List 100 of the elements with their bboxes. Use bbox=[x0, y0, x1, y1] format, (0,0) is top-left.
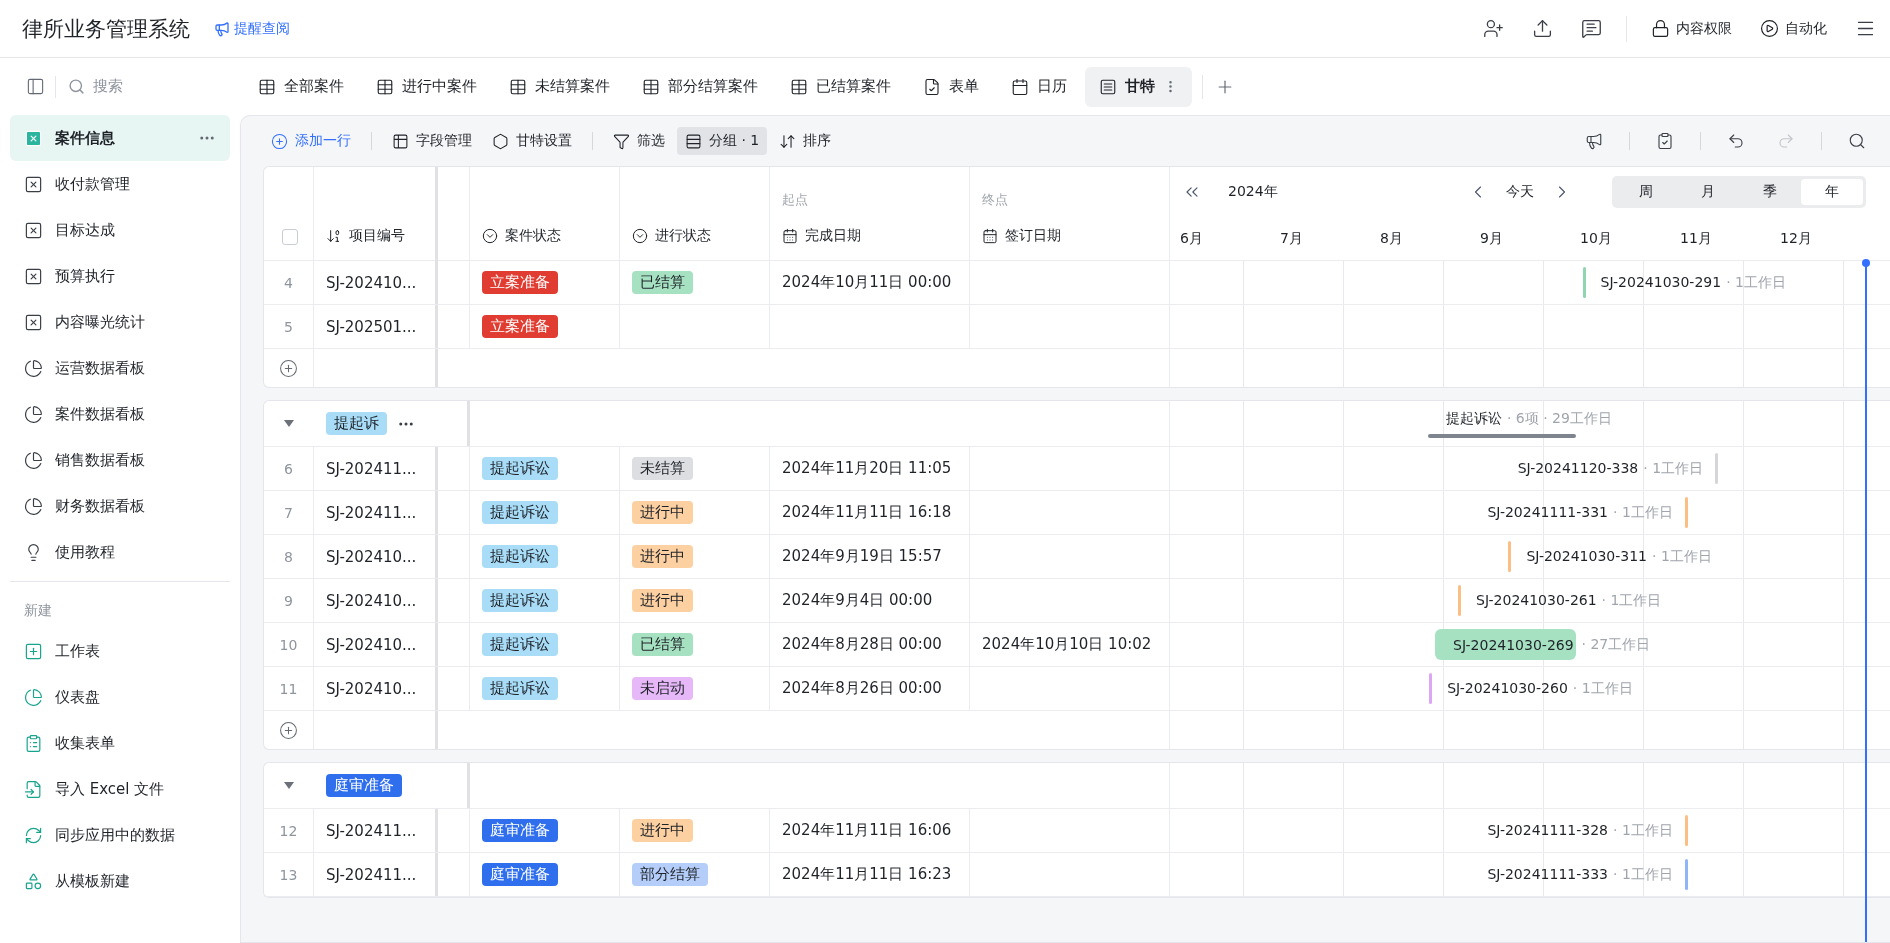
table-icon bbox=[376, 77, 394, 96]
header-action-button[interactable]: 内容权限 bbox=[1645, 18, 1738, 39]
milestone-marker[interactable] bbox=[1684, 497, 1688, 528]
table-cell: 2024年10月11日 00:00 bbox=[782, 273, 952, 292]
add-row-icon[interactable] bbox=[279, 358, 298, 378]
view-tab[interactable]: 表单 bbox=[909, 66, 993, 107]
milestone-marker[interactable] bbox=[1715, 453, 1719, 484]
bar-label: SJ-20241030-291 · 1工作日 bbox=[1600, 273, 1786, 292]
view-tab[interactable]: 未结算案件 bbox=[495, 66, 624, 107]
milestone-marker[interactable] bbox=[1458, 585, 1461, 616]
add-user-icon bbox=[1483, 18, 1504, 39]
sidebar-toggle-icon[interactable] bbox=[26, 77, 45, 96]
sidebar-item[interactable]: 运营数据看板 bbox=[10, 345, 230, 391]
table-icon bbox=[258, 77, 276, 96]
view-tab[interactable]: 部分结算案件 bbox=[628, 66, 772, 107]
status-tag: 进行中 bbox=[632, 501, 693, 524]
dropdown-icon bbox=[632, 228, 648, 244]
scale-tab[interactable]: 周 bbox=[1615, 179, 1677, 205]
sidebar-item[interactable]: 内容曝光统计 bbox=[10, 299, 230, 345]
table-icon bbox=[392, 132, 409, 150]
column-header[interactable]: 案件状态 bbox=[482, 227, 607, 245]
status-tag: 未启动 bbox=[632, 677, 693, 700]
table-cell: 2024年9月19日 15:57 bbox=[782, 547, 942, 566]
toolbar-button[interactable]: 排序 bbox=[771, 127, 840, 155]
megaphone-icon bbox=[1585, 132, 1603, 150]
toolbar-button[interactable]: 添加一行 bbox=[263, 127, 359, 155]
sync-icon bbox=[24, 825, 43, 845]
milestone-marker[interactable] bbox=[1508, 541, 1512, 572]
sheet-icon bbox=[24, 220, 43, 240]
form-icon bbox=[24, 733, 43, 753]
table-cell: SJ-202410... bbox=[326, 273, 417, 292]
column-header[interactable]: 进行状态 bbox=[632, 227, 757, 245]
row-number: 4 bbox=[284, 274, 293, 291]
create-item[interactable]: 工作表 bbox=[10, 628, 230, 674]
header-action-button[interactable]: 自动化 bbox=[1754, 18, 1833, 39]
table-cell: 2024年8月28日 00:00 bbox=[782, 635, 942, 654]
sidebar-item[interactable]: 案件数据看板 bbox=[10, 391, 230, 437]
create-item[interactable]: 收集表单 bbox=[10, 720, 230, 766]
sidebar-item[interactable]: 案件信息 bbox=[10, 115, 230, 161]
toolbar-button[interactable]: 字段管理 bbox=[384, 127, 480, 155]
gantt-icon bbox=[1099, 77, 1117, 96]
gantt-bar[interactable]: SJ-20241030-269 bbox=[1435, 629, 1576, 660]
create-item[interactable]: 导入 Excel 文件 bbox=[10, 766, 230, 812]
column-header[interactable]: 完成日期 bbox=[782, 227, 957, 245]
column-header[interactable]: 项目编号 bbox=[326, 227, 423, 245]
view-tab[interactable]: 日历 bbox=[997, 66, 1081, 107]
month-label: 10月 bbox=[1580, 230, 1613, 248]
select-all-checkbox[interactable] bbox=[282, 229, 298, 245]
create-item[interactable]: 从模板新建 bbox=[10, 858, 230, 904]
pie-chart-icon bbox=[24, 358, 43, 378]
sidebar-item[interactable]: 收付款管理 bbox=[10, 161, 230, 207]
sidebar-item[interactable]: 财务数据看板 bbox=[10, 483, 230, 529]
status-tag: 已结算 bbox=[632, 633, 693, 656]
reminder-link[interactable]: 提醒查阅 bbox=[214, 19, 290, 38]
milestone-marker[interactable] bbox=[1684, 859, 1688, 890]
sidebar-item[interactable]: 销售数据看板 bbox=[10, 437, 230, 483]
megaphone-icon bbox=[214, 20, 230, 37]
sort-icon bbox=[779, 132, 797, 150]
group-icon bbox=[685, 132, 702, 150]
today-button[interactable]: 今天 bbox=[1500, 182, 1540, 202]
hexagon-icon bbox=[492, 132, 509, 150]
row-number: 8 bbox=[284, 548, 293, 565]
table-cell: 2024年11月20日 11:05 bbox=[782, 459, 952, 478]
scale-tab[interactable]: 年 bbox=[1801, 179, 1863, 205]
status-tag: 立案准备 bbox=[482, 271, 558, 294]
toolbar-button[interactable]: 甘特设置 bbox=[484, 127, 580, 155]
add-row-icon[interactable] bbox=[279, 720, 298, 740]
toolbar-button[interactable]: 分组 · 1 bbox=[677, 127, 768, 155]
view-tab[interactable]: 进行中案件 bbox=[362, 66, 491, 107]
group-summary-label: 提起诉讼 · 6项 · 29工作日 bbox=[1445, 410, 1612, 428]
bar-label: SJ-20241111-331 · 1工作日 bbox=[1487, 503, 1673, 522]
sidebar-item[interactable]: 使用教程 bbox=[10, 529, 230, 575]
create-item[interactable]: 仪表盘 bbox=[10, 674, 230, 720]
view-tab[interactable]: 甘特 bbox=[1085, 66, 1192, 107]
collapse-triangle-icon[interactable] bbox=[284, 781, 294, 790]
add-sheet-icon bbox=[24, 641, 43, 661]
toolbar-button[interactable]: 筛选 bbox=[605, 127, 673, 155]
table-cell: 2024年10月10日 10:02 bbox=[982, 635, 1152, 654]
sidebar-item[interactable]: 预算执行 bbox=[10, 253, 230, 299]
month-label: 7月 bbox=[1280, 230, 1304, 248]
row-number: 6 bbox=[284, 460, 293, 477]
scale-tab[interactable]: 季 bbox=[1739, 179, 1801, 205]
collapse-triangle-icon[interactable] bbox=[284, 419, 294, 428]
milestone-marker[interactable] bbox=[1582, 267, 1586, 298]
month-label: 11月 bbox=[1680, 230, 1713, 248]
pie-chart-icon bbox=[24, 687, 43, 707]
create-item[interactable]: 同步应用中的数据 bbox=[10, 812, 230, 858]
milestone-marker[interactable] bbox=[1684, 815, 1688, 846]
view-tab[interactable]: 全部案件 bbox=[244, 66, 358, 107]
scale-tab[interactable]: 月 bbox=[1677, 179, 1739, 205]
column-header[interactable]: 签订日期 bbox=[982, 227, 1157, 245]
dropdown-icon bbox=[482, 228, 498, 244]
column-caption: 终点 bbox=[982, 191, 1009, 209]
view-tab[interactable]: 已结算案件 bbox=[776, 66, 905, 107]
milestone-marker[interactable] bbox=[1429, 673, 1433, 704]
app-title: 律所业务管理系统 bbox=[22, 15, 190, 43]
status-tag: 提起诉讼 bbox=[482, 457, 558, 480]
sidebar-item[interactable]: 目标达成 bbox=[10, 207, 230, 253]
status-tag: 提起诉讼 bbox=[482, 501, 558, 524]
status-tag: 提起诉讼 bbox=[482, 545, 558, 568]
